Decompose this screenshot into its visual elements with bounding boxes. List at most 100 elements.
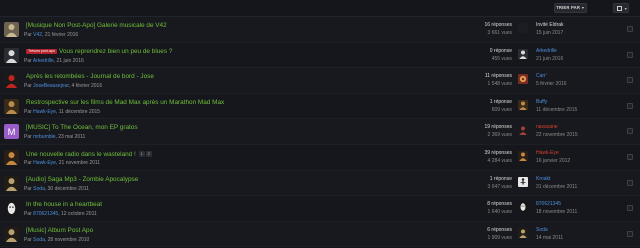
last-post-date[interactable]: 18 novembre 2011 — [536, 209, 577, 215]
topic-start-date: 30 décembre 2011 — [47, 185, 89, 192]
last-poster-avatar[interactable] — [518, 227, 528, 238]
topic-select-checkbox[interactable] — [627, 153, 633, 160]
topic-author-link[interactable]: Soda — [33, 237, 45, 243]
last-post-date[interactable]: 22 novembre 2015 — [536, 132, 578, 138]
avatar-masked-icon — [518, 150, 528, 161]
select-filter-button[interactable]: ▼ — [613, 3, 629, 13]
topic-start-date: 23 mai 2011 — [58, 134, 86, 141]
topic-select-checkbox[interactable] — [627, 77, 633, 84]
topic-author-avatar[interactable] — [4, 47, 19, 63]
topic-views-count: 1 640 vues — [487, 209, 512, 216]
last-post-date[interactable]: 16 janvier 2012 — [536, 158, 570, 164]
topic-title-link[interactable]: Après les retombées - Journal de bord - … — [26, 73, 154, 80]
last-poster-avatar[interactable] — [518, 125, 528, 136]
topic-title-link[interactable]: [Musique Non Post-Apo] Galerie musicale … — [26, 22, 167, 29]
last-poster-avatar[interactable] — [518, 202, 528, 213]
avatar-red-figure-icon — [4, 73, 19, 89]
topic-author-avatar[interactable] — [4, 73, 19, 89]
topic-author-link[interactable]: Soda — [33, 186, 45, 192]
topic-title-link[interactable]: In the house in a heartbeat — [26, 201, 102, 208]
topic-meta: Par Arkedrille, 21 juin 2016 — [24, 57, 84, 64]
topic-replies-count: 1 réponse — [489, 98, 512, 105]
topic-select-checkbox[interactable] — [627, 128, 633, 135]
topic-by-label: Par — [24, 32, 32, 38]
topic-author-link[interactable]: V42 — [33, 32, 42, 38]
topic-stats: 39 réponses 4 284 vues — [484, 150, 512, 164]
last-poster-name[interactable]: Invité Eldrak — [536, 22, 564, 28]
last-poster-avatar[interactable] — [518, 23, 528, 33]
topic-author-avatar[interactable] — [4, 22, 19, 37]
last-poster-name[interactable]: Buffy — [536, 99, 547, 105]
svg-text:M: M — [8, 127, 16, 137]
topic-author-link[interactable]: mrbumble — [33, 134, 55, 140]
topic-select-checkbox[interactable] — [627, 51, 633, 58]
last-poster-avatar[interactable] — [518, 176, 528, 187]
topic-title-link[interactable]: [MUSIC] To The Ocean, mon EP gratos — [26, 124, 138, 131]
topic-author-link[interactable]: Hawk-Eye — [33, 160, 56, 166]
last-poster-avatar[interactable] — [518, 48, 528, 59]
topic-prefix-badge[interactable]: Trésors post-apo — [26, 48, 58, 54]
last-poster-avatar[interactable] — [518, 99, 528, 110]
topic-replies-count: 6 réponses — [487, 226, 512, 233]
topic-select-checkbox[interactable] — [627, 26, 633, 32]
last-poster-name[interactable]: Kroakt — [536, 176, 550, 182]
avatar-masked-icon — [4, 98, 19, 114]
topic-select-checkbox[interactable] — [627, 102, 633, 109]
topic-list: [Musique Non Post-Apo] Galerie musicale … — [0, 17, 640, 248]
last-poster-name[interactable]: navasane — [536, 124, 558, 130]
topic-select-checkbox[interactable] — [627, 205, 633, 212]
topic-page-link[interactable]: 2 — [145, 150, 152, 157]
topic-author-link[interactable]: Arkedrille — [33, 58, 54, 64]
last-post-date[interactable]: 31 décembre 2011 — [536, 184, 577, 190]
avatar-figure-icon — [4, 226, 19, 242]
avatar-letter-m-icon: M — [4, 124, 19, 140]
topic-author-avatar[interactable] — [4, 175, 19, 191]
topic-start-date: 21 février 2016 — [44, 32, 79, 38]
topic-views-count: 3 661 vues — [487, 30, 512, 36]
last-poster-name[interactable]: Hawk-Eye — [536, 150, 559, 156]
last-poster-name[interactable]: 870621345 — [536, 201, 561, 207]
topic-title-link[interactable]: Restrospective sur les films de Mad Max … — [26, 99, 224, 106]
topic-author-link[interactable]: 870621345 — [33, 211, 58, 217]
last-poster-name[interactable]: Soda — [536, 227, 548, 233]
topic-select-checkbox[interactable] — [627, 179, 633, 186]
topic-author-link[interactable]: Hawk-Eye — [33, 109, 56, 115]
last-poster-avatar[interactable] — [518, 150, 528, 161]
topic-select-checkbox[interactable] — [627, 230, 633, 237]
avatar-face-icon — [4, 201, 19, 217]
topic-stats: 1 réponse 3 647 vues — [488, 176, 512, 190]
last-post-date[interactable]: 5 février 2016 — [536, 81, 567, 87]
last-post-date[interactable]: 21 juin 2016 — [536, 56, 563, 62]
sort-by-button[interactable]: TRIER PAR▼ — [554, 3, 587, 13]
topic-replies-count: 8 réponses — [487, 201, 512, 208]
avatar-blank-icon — [518, 23, 528, 33]
topic-title-line: [Music] Album Post Apo — [26, 227, 93, 234]
topic-author-link[interactable]: JoseBeausejour — [33, 83, 69, 89]
last-post-date[interactable]: 11 décembre 2015 — [536, 107, 577, 113]
topic-meta: Par Soda, 28 novembre 2010 — [24, 236, 90, 243]
topic-author-avatar[interactable] — [4, 201, 19, 217]
last-post-date[interactable]: 15 juin 2017 — [536, 30, 563, 36]
topic-views-count: 3 647 vues — [487, 183, 512, 190]
topic-author-avatar[interactable] — [4, 98, 19, 114]
topic-title-link[interactable]: [Audio] Saga Mp3 - Zombie Apocalypse — [26, 176, 138, 183]
topic-stats: 19 réponses 2 369 vues — [484, 124, 512, 138]
topic-row: Trésors post-apo Vous reprendrez bien un … — [0, 42, 640, 69]
topic-row: [Audio] Saga Mp3 - Zombie Apocalypse Par … — [0, 170, 640, 197]
last-poster-name[interactable]: Carr' — [536, 73, 547, 79]
topic-title-link[interactable]: [Music] Album Post Apo — [26, 227, 93, 234]
last-poster-avatar[interactable] — [518, 74, 528, 85]
topic-title-link[interactable]: Une nouvelle radio dans le wasteland ! — [26, 151, 136, 158]
topic-title-link[interactable]: Vous reprendrez bien un peu de blues ? — [59, 48, 172, 55]
topic-author-avatar[interactable] — [4, 226, 19, 242]
topic-meta: Par Hawk-Eye, 21 novembre 2011 — [24, 159, 101, 166]
topic-replies-count: 0 réponse — [489, 47, 512, 54]
topic-list-toolbar: TRIER PAR▼ ▼ — [0, 0, 640, 17]
last-post-date[interactable]: 14 mai 2011 — [536, 235, 563, 241]
topic-page-link[interactable]: 1 — [138, 150, 145, 157]
topic-author-avatar[interactable]: M — [4, 124, 19, 140]
topic-stats: 8 réponses 1 640 vues — [487, 201, 512, 215]
topic-meta: Par 870621345, 12 octobre 2011 — [24, 211, 97, 218]
last-poster-name[interactable]: Arkedrille — [536, 48, 557, 54]
topic-author-avatar[interactable] — [4, 149, 19, 165]
